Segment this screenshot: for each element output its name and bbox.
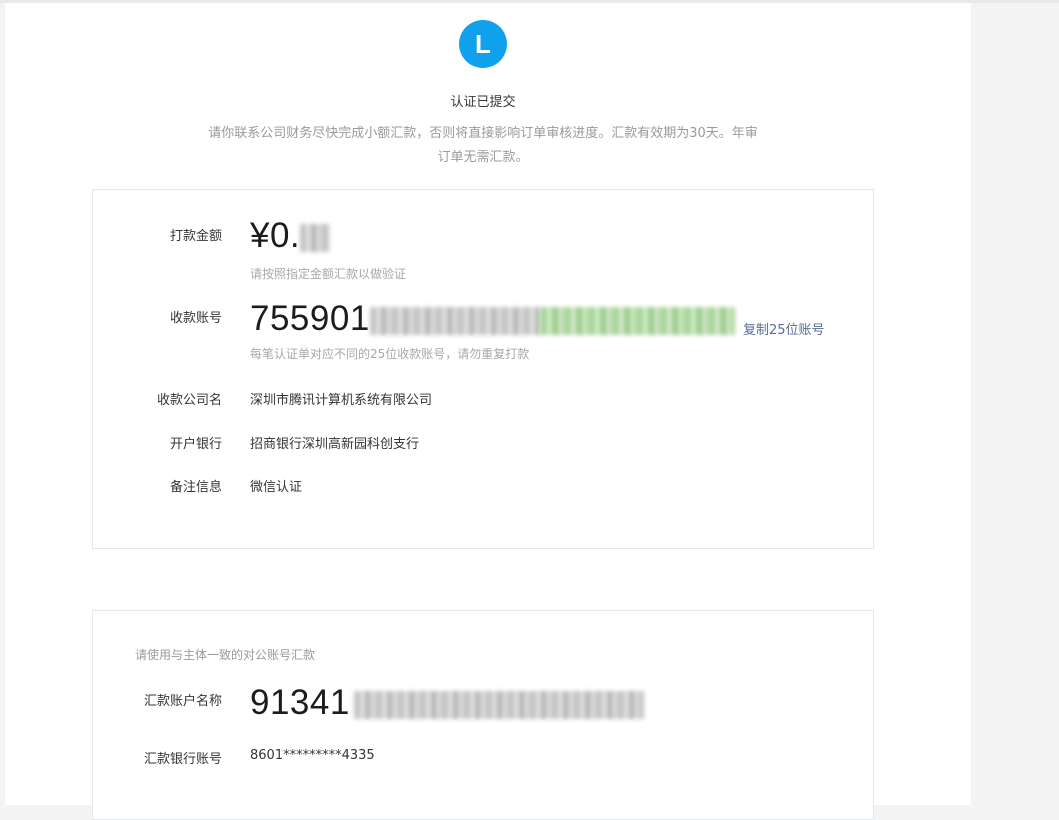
account-hint: 每笔认证单对应不同的25位收款账号，请勿重复打款 [250, 347, 530, 361]
account-value-text: 755901 [250, 299, 370, 338]
bank-value: 招商银行深圳高新园科创支行 [250, 437, 420, 452]
remit-account-name-label: 汇款账户名称 [143, 694, 222, 709]
remitter-info-card: 请使用与主体一致的对公账号汇款 汇款账户名称 91341 汇款银行账号 8601… [92, 610, 874, 820]
amount-value: ¥0. [250, 216, 331, 256]
account-redacted-part2 [539, 306, 735, 335]
copy-account-link[interactable]: 复制25位账号 [743, 319, 825, 338]
status-logo-icon: L [459, 20, 507, 68]
account-redacted-part1 [369, 306, 540, 335]
amount-value-text: ¥0. [250, 216, 301, 255]
remit-account-name-value: 91341 [250, 683, 644, 723]
account-label: 收款账号 [169, 311, 222, 326]
company-value: 深圳市腾讯计算机系统有限公司 [250, 393, 433, 408]
remit-bank-account-value: 8601*********4335 [250, 748, 375, 763]
remark-label: 备注信息 [169, 480, 222, 495]
remit-account-name-text: 91341 [250, 683, 350, 722]
notice-text: 请你联系公司财务尽快完成小额汇款，否则将直接影响订单审核进度。汇款有效期为30天… [208, 126, 758, 165]
amount-redacted [300, 223, 331, 252]
account-value: 755901 [250, 299, 735, 339]
remitter-card-title: 请使用与主体一致的对公账号汇款 [135, 648, 316, 662]
remit-account-name-redacted [353, 690, 644, 719]
bank-label: 开户银行 [169, 437, 222, 452]
page-title: 认证已提交 [450, 95, 516, 110]
remark-value: 微信认证 [250, 480, 303, 495]
logo-letter: L [475, 28, 491, 59]
payment-info-card: 打款金额 ¥0. 请按照指定金额汇款以做验证 收款账号 755901 复制25位… [92, 189, 874, 549]
amount-label: 打款金额 [169, 229, 222, 244]
main-panel: L 认证已提交 请你联系公司财务尽快完成小额汇款，否则将直接影响订单审核进度。汇… [5, 3, 971, 820]
remit-bank-account-label: 汇款银行账号 [143, 752, 222, 767]
amount-hint: 请按照指定金额汇款以做验证 [250, 267, 407, 281]
company-label: 收款公司名 [156, 393, 222, 408]
